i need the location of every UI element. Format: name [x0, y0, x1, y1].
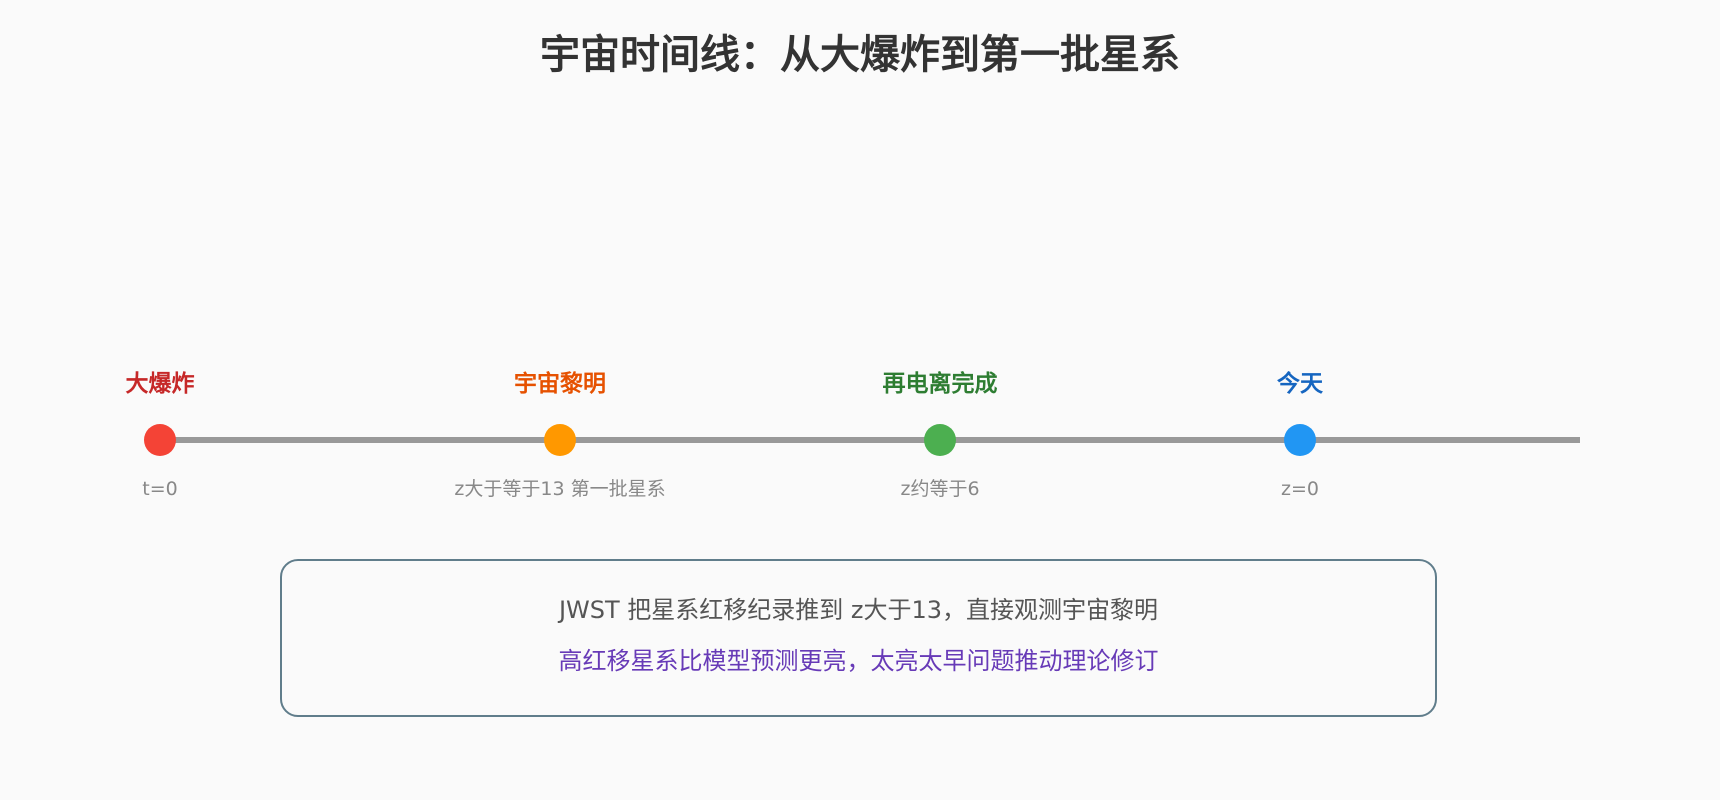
event-subtitle: t=0: [142, 478, 178, 500]
event-dot: [1284, 424, 1316, 456]
timeline-axis-line: [160, 437, 1580, 443]
event-label: 再电离完成: [882, 371, 998, 397]
event-dot: [924, 424, 956, 456]
event-subtitle: z约等于6: [900, 478, 980, 500]
event-label: 宇宙黎明: [514, 371, 606, 397]
event-subtitle: z大于等于13 第一批星系: [454, 478, 666, 500]
event-dot: [544, 424, 576, 456]
note-line-secondary: 高红移星系比模型预测更亮，太亮太早问题推动理论修订: [558, 647, 1159, 675]
note-box: JWST 把星系红移纪录推到 z大于13，直接观测宇宙黎明 高红移星系比模型预测…: [280, 559, 1437, 717]
event-label: 大爆炸: [125, 371, 195, 397]
note-line-primary: JWST 把星系红移纪录推到 z大于13，直接观测宇宙黎明: [558, 596, 1159, 624]
event-label: 今天: [1277, 371, 1323, 397]
event-dot: [144, 424, 176, 456]
event-subtitle: z=0: [1281, 478, 1319, 500]
